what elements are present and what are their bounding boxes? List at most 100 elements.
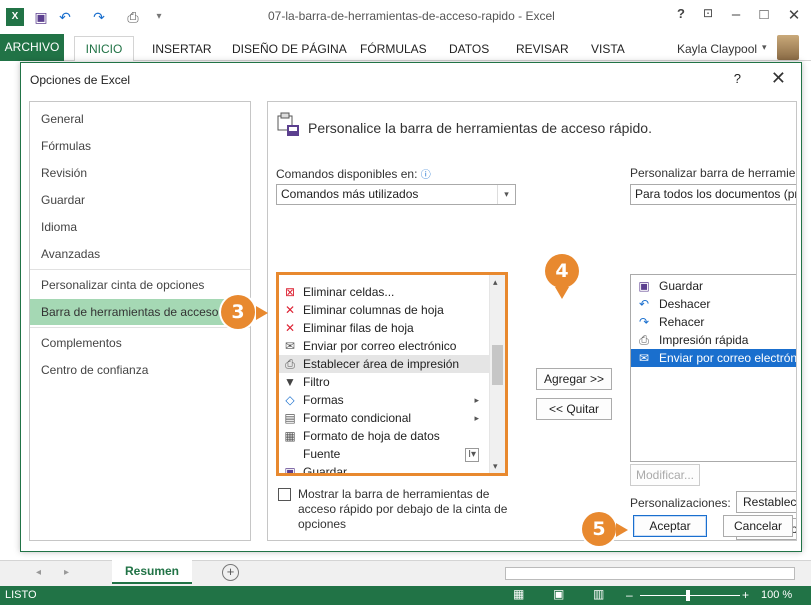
redo-icon[interactable]: ↷ bbox=[90, 8, 108, 26]
close-window-button[interactable]: ✕ bbox=[784, 6, 804, 24]
page-break-icon[interactable]: ▥ bbox=[593, 587, 604, 601]
ok-button[interactable]: Aceptar bbox=[633, 515, 707, 537]
nav-item-revision[interactable]: Revisión bbox=[30, 160, 250, 186]
undo-icon: ↶ bbox=[638, 297, 650, 311]
undo-icon[interactable]: ↶ bbox=[56, 8, 74, 26]
nav-item-complementos[interactable]: Complementos bbox=[30, 330, 250, 356]
list-item[interactable]: ↶ Deshacer bbox=[631, 295, 796, 313]
commands-available-select[interactable]: Comandos más utilizados ▾ bbox=[276, 184, 516, 205]
email-icon: ✉ bbox=[284, 339, 296, 353]
list-item[interactable]: ▼ Filtro bbox=[279, 373, 489, 391]
list-item[interactable]: ✉Enviar por correo electrónico bbox=[279, 337, 489, 355]
save-icon: ▣ bbox=[284, 465, 296, 476]
maximize-button[interactable]: □ bbox=[754, 6, 774, 23]
sheet-tab-resumen[interactable]: Resumen bbox=[112, 560, 192, 584]
conditional-format-icon: ▤ bbox=[284, 411, 296, 425]
show-below-checkbox[interactable] bbox=[278, 488, 291, 501]
callout-4: 4 bbox=[545, 254, 579, 288]
commands-available-label: Comandos disponibles en: ⓘ bbox=[276, 167, 431, 181]
sheet-horizontal-scrollbar[interactable] bbox=[505, 567, 795, 580]
quick-print-icon: ⎙ bbox=[639, 333, 649, 347]
nav-item-idioma[interactable]: Idioma bbox=[30, 214, 250, 240]
customize-qat-label: Personalizar barra de herramientas bbox=[630, 166, 796, 180]
modify-button[interactable]: Modificar... bbox=[630, 464, 700, 486]
list-item[interactable]: ⎙ Impresión rápida bbox=[631, 331, 796, 349]
callout-4-pointer bbox=[555, 287, 569, 299]
filter-icon: ▼ bbox=[284, 375, 296, 389]
nav-item-formulas[interactable]: Fórmulas bbox=[30, 133, 250, 159]
tab-inicio[interactable]: INICIO bbox=[74, 36, 134, 62]
nav-item-barra-acceso-rapido[interactable]: Barra de herramientas de acceso rápido bbox=[30, 299, 250, 325]
page-layout-icon[interactable]: ▣ bbox=[553, 587, 564, 601]
avatar[interactable] bbox=[777, 35, 799, 60]
reset-button[interactable]: Restablecer ▾ bbox=[736, 491, 796, 513]
zoom-out-icon[interactable]: – bbox=[626, 588, 633, 602]
dialog-help-button[interactable]: ? bbox=[734, 71, 741, 86]
scroll-up-icon[interactable]: ▴ bbox=[493, 277, 498, 288]
customize-qat-select[interactable]: Para todos los documentos (predeterminad… bbox=[630, 184, 796, 205]
show-below-label: Mostrar la barra de herramientas de acce… bbox=[298, 487, 508, 531]
list-item[interactable]: ✕ Eliminar columnas de hoja bbox=[279, 301, 489, 319]
add-button[interactable]: Agregar >> bbox=[536, 368, 612, 390]
tab-datos[interactable]: DATOS bbox=[449, 42, 489, 56]
zoom-slider-thumb[interactable] bbox=[686, 590, 690, 601]
redo-icon: ↷ bbox=[638, 315, 650, 329]
tab-diseno-pagina[interactable]: DISEÑO DE PÁGINA bbox=[232, 42, 347, 56]
cancel-button[interactable]: Cancelar bbox=[723, 515, 793, 537]
save-icon[interactable]: ▣ bbox=[32, 8, 50, 26]
tab-archivo[interactable]: ARCHIVO bbox=[0, 34, 64, 61]
scroll-thumb[interactable] bbox=[492, 345, 503, 385]
sheet-prev-icon[interactable]: ◂ bbox=[36, 567, 41, 578]
add-sheet-icon[interactable]: + bbox=[222, 564, 239, 581]
list-item[interactable]: ▣ Guardar bbox=[279, 463, 489, 476]
scroll-down-icon[interactable]: ▾ bbox=[493, 461, 498, 472]
callout-3-pointer bbox=[256, 306, 268, 320]
list-item[interactable]: ▦ Formato de hoja de datos bbox=[279, 427, 489, 445]
minimize-button[interactable]: – bbox=[726, 6, 746, 23]
list-item[interactable]: ⊠ Eliminar celdas... bbox=[279, 283, 489, 301]
list-item[interactable]: ▤ Formato condicional ▸ bbox=[279, 409, 489, 427]
tab-vista[interactable]: VISTA bbox=[591, 42, 625, 56]
nav-item-avanzadas[interactable]: Avanzadas bbox=[30, 241, 250, 267]
nav-item-guardar[interactable]: Guardar bbox=[30, 187, 250, 213]
nav-divider bbox=[30, 327, 250, 328]
list-item[interactable]: ◇ Formas ▸ bbox=[279, 391, 489, 409]
list-item[interactable]: ✉Enviar por correo electrónico bbox=[631, 349, 796, 367]
excel-logo-icon: X bbox=[6, 8, 24, 26]
nav-item-centro-confianza[interactable]: Centro de confianza bbox=[30, 357, 250, 383]
help-button[interactable]: ? bbox=[671, 6, 691, 21]
list-item[interactable]: ⎙ Establecer área de impresión bbox=[279, 355, 489, 373]
nav-item-general[interactable]: General bbox=[30, 106, 250, 132]
submenu-arrow-icon: ▸ bbox=[474, 395, 479, 405]
dialog-close-button[interactable]: ✕ bbox=[771, 68, 786, 89]
list-item[interactable]: ✕ Eliminar filas de hoja bbox=[279, 319, 489, 337]
tab-formulas[interactable]: FÓRMULAS bbox=[360, 42, 427, 56]
normal-view-icon[interactable]: ▦ bbox=[513, 587, 524, 601]
tab-revisar[interactable]: REVISAR bbox=[516, 42, 569, 56]
commands-available-value: Comandos más utilizados bbox=[281, 187, 419, 201]
remove-button[interactable]: << Quitar bbox=[536, 398, 612, 420]
status-ready: LISTO bbox=[5, 589, 37, 601]
chevron-down-icon: ▾ bbox=[497, 185, 515, 204]
pane-header: Personalice la barra de herramientas de … bbox=[308, 120, 652, 136]
user-name[interactable]: Kayla Claypool bbox=[677, 42, 757, 56]
quick-print-icon[interactable]: ⎙ bbox=[124, 8, 142, 26]
email-icon: ✉ bbox=[638, 351, 650, 365]
zoom-in-icon[interactable]: + bbox=[742, 588, 749, 602]
tab-insertar[interactable]: INSERTAR bbox=[152, 42, 212, 56]
customize-qat-icon[interactable]: ▾ bbox=[150, 8, 168, 26]
sheet-next-icon[interactable]: ▸ bbox=[64, 567, 69, 578]
list-item[interactable]: Fuente I▾ bbox=[279, 445, 489, 463]
commands-scrollbar[interactable]: ▴ ▾ bbox=[489, 275, 505, 473]
nav-item-personalizar-cinta[interactable]: Personalizar cinta de opciones bbox=[30, 272, 250, 298]
callout-5-pointer bbox=[616, 523, 628, 537]
zoom-slider[interactable] bbox=[640, 595, 740, 596]
qat-items-list[interactable]: ▣ Guardar ↶ Deshacer ↷ Rehacer ⎙ Impresión r… bbox=[630, 274, 796, 462]
list-item[interactable]: ↷ Rehacer bbox=[631, 313, 796, 331]
list-item[interactable]: ▣ Guardar bbox=[631, 277, 796, 295]
delete-rows-icon: ✕ bbox=[284, 321, 296, 335]
commands-list[interactable]: ⊠ Eliminar celdas... ✕ Eliminar columnas d… bbox=[276, 272, 508, 476]
zoom-level[interactable]: 100 % bbox=[761, 589, 792, 601]
ribbon-display-icon[interactable]: ⊡ bbox=[698, 6, 718, 20]
user-menu-chevron-icon[interactable]: ▾ bbox=[762, 42, 767, 53]
